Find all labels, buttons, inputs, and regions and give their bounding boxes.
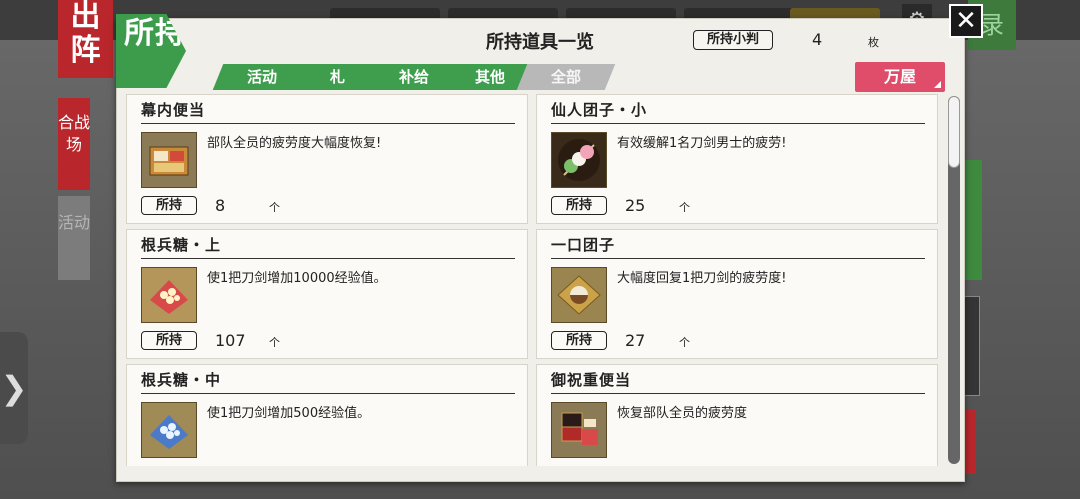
item-name: 仙人团子・小 [551, 99, 925, 124]
item-name: 幕内便当 [141, 99, 515, 124]
shop-button[interactable]: 万屋 [855, 62, 945, 92]
owned-count: 27 [625, 331, 646, 350]
owned-count: 25 [625, 196, 646, 215]
dumpling-icon [551, 267, 607, 323]
koban-count: 4 [812, 30, 823, 49]
item-card[interactable]: 根兵糖・上 使1把刀剑增加10000经验值。 所持 107 个 [126, 229, 528, 359]
item-card[interactable]: 根兵糖・中 使1把刀剑增加500经验值。 [126, 364, 528, 466]
item-description: 大幅度回复1把刀剑的疲劳度! [617, 271, 787, 286]
konpeito-icon [141, 267, 197, 323]
koban-unit: 枚 [868, 36, 879, 49]
item-name: 一口团子 [551, 234, 925, 259]
owned-label: 所持 [551, 196, 607, 215]
expand-handle[interactable]: ❯ [0, 332, 28, 444]
celebration-bento-icon [551, 402, 607, 458]
item-description: 使1把刀剑增加10000经验值。 [207, 271, 387, 286]
item-description: 使1把刀剑增加500经验值。 [207, 406, 371, 421]
item-name: 根兵糖・上 [141, 234, 515, 259]
owned-unit: 个 [269, 336, 280, 349]
item-description: 恢复部队全员的疲劳度 [617, 406, 748, 421]
dango-icon [551, 132, 607, 188]
item-description: 部队全员的疲劳度大幅度恢复! [207, 136, 382, 151]
koban-label: 所持小判 [693, 30, 773, 50]
close-button[interactable]: ✕ [949, 4, 983, 38]
konpeito-icon [141, 402, 197, 458]
item-name: 御祝重便当 [551, 369, 925, 394]
item-description: 有效缓解1名刀剑男士的疲劳! [617, 136, 787, 151]
owned-count: 107 [215, 331, 246, 350]
owned-count: 8 [215, 196, 226, 215]
owned-unit: 个 [679, 336, 690, 349]
owned-label: 所持 [141, 196, 197, 215]
item-card[interactable]: 御祝重便当 恢复部队全员的疲劳度 [536, 364, 938, 466]
owned-unit: 个 [679, 201, 690, 214]
owned-label: 所持 [551, 331, 607, 350]
item-list[interactable]: 幕内便当 部队全员的疲劳度大幅度恢复! 所持 8 个 仙人团子・小 有效缓解1名… [126, 94, 946, 466]
sortie-button[interactable]: 出阵 [58, 0, 113, 78]
event-tab[interactable]: 活动 [58, 196, 90, 280]
owned-label: 所持 [141, 331, 197, 350]
item-card[interactable]: 幕内便当 部队全员的疲劳度大幅度恢复! 所持 8 个 [126, 94, 528, 224]
item-card[interactable]: 一口团子 大幅度回复1把刀剑的疲劳度! 所持 27 个 [536, 229, 938, 359]
scrollbar-thumb[interactable] [948, 96, 960, 168]
tab-all[interactable]: 全部 [516, 64, 616, 90]
item-card[interactable]: 仙人团子・小 有效缓解1名刀剑男士的疲劳! 所持 25 个 [536, 94, 938, 224]
battlefield-tab[interactable]: 合战场 [58, 98, 90, 190]
modal-title: 所持道具一览 [486, 32, 594, 53]
side-panel [962, 160, 982, 280]
bento-box-icon [141, 132, 197, 188]
item-name: 根兵糖・中 [141, 369, 515, 394]
owned-unit: 个 [269, 201, 280, 214]
